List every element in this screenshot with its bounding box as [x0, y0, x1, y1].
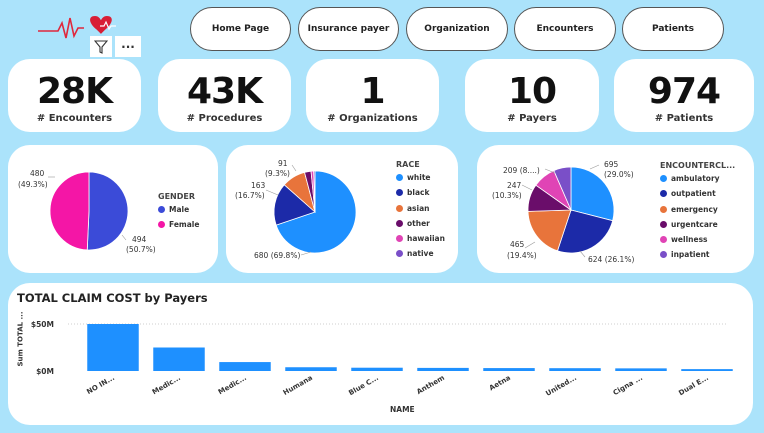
bar-9[interactable] — [681, 369, 733, 371]
gender-legend-title: GENDER — [158, 192, 195, 201]
y-tick-label: $50M — [31, 320, 54, 329]
x-tick-label: Cigna ... — [612, 374, 644, 397]
legend-item-male[interactable]: Male — [158, 205, 189, 214]
kpi-label: # Payers — [507, 113, 557, 124]
legend-item-urgentcare[interactable]: urgentcare — [660, 220, 718, 229]
bar-4[interactable] — [351, 367, 403, 371]
bar-7[interactable] — [549, 368, 601, 371]
x-tick-label: Humana — [282, 374, 314, 397]
kpi-label: # Encounters — [36, 113, 113, 124]
bar-3[interactable] — [285, 367, 337, 371]
kpi-encounters: 28K # Encounters — [8, 59, 141, 132]
legend-item-ambulatory[interactable]: ambulatory — [660, 174, 720, 183]
legend-item-asian[interactable]: asian — [396, 204, 430, 213]
filter-button[interactable] — [90, 36, 112, 57]
race-pie-card: 91 (9.3%) 163 (16.7%) 680 (69.8%) RACE w… — [226, 145, 458, 273]
kpi-label: # Procedures — [186, 113, 263, 124]
kpi-value: 43K — [187, 71, 263, 112]
wellness-label: 209 (8....) — [503, 166, 540, 175]
bar-8[interactable] — [615, 368, 667, 371]
kpi-value: 28K — [37, 71, 113, 112]
x-tick-label: Anthem — [415, 374, 446, 396]
race-legend-title: RACE — [396, 160, 420, 169]
filter-icon — [94, 39, 108, 54]
x-tick-label: Medic... — [217, 374, 248, 397]
black-pct-label: (16.7%) — [235, 191, 265, 200]
leader-line-black — [265, 189, 279, 196]
x-tick-label: Aetna — [488, 374, 512, 393]
bar-0[interactable] — [87, 324, 139, 371]
gender-slice-female[interactable] — [49, 171, 90, 251]
encounter-legend-title: ENCOUNTERCL... — [660, 161, 736, 170]
nav-encounters[interactable]: Encounters — [514, 7, 616, 51]
more-options-icon: ··· — [121, 39, 135, 54]
encounter-class-pie-card: 209 (8....) 247 (10.3%) 695 (29.0%) 465 … — [477, 145, 754, 273]
claim-cost-chart-card: TOTAL CLAIM COST by Payers Sum TOTAL ...… — [8, 283, 753, 425]
legend-item-other[interactable]: other — [396, 219, 430, 228]
leader-line-ambulatory — [589, 164, 600, 170]
kpi-value: 974 — [647, 71, 721, 112]
kpi-procedures: 43K # Procedures — [158, 59, 291, 132]
asian-value-label: 91 — [278, 159, 288, 168]
nav-patients[interactable]: Patients — [622, 7, 724, 51]
legend-item-native[interactable]: native — [396, 249, 434, 258]
ambulatory-pct-label: (29.0%) — [604, 170, 634, 179]
leader-line-emergency — [524, 241, 536, 249]
bar-5[interactable] — [417, 367, 469, 371]
female-value-label: 480 — [30, 169, 45, 178]
nav-insurance-payer[interactable]: Insurance payer — [298, 7, 399, 51]
asian-pct-label: (9.3%) — [265, 169, 290, 178]
male-pct-label: (50.7%) — [126, 245, 156, 254]
outpatient-label: 624 (26.1%) — [588, 255, 635, 264]
male-value-label: 494 — [132, 235, 147, 244]
ambulatory-value-label: 695 — [604, 160, 619, 169]
legend-item-outpatient[interactable]: outpatient — [660, 189, 716, 198]
female-pct-label: (49.3%) — [18, 180, 48, 189]
gender-pie-card: 480 (49.3%) 494 (50.7%) GENDER Male Fema… — [8, 145, 218, 273]
kpi-patients: 974 # Patients — [614, 59, 754, 132]
white-label: 680 (69.8%) — [254, 251, 301, 260]
kpi-value: 1 — [360, 71, 385, 112]
urgentcare-pct-label: (10.3%) — [492, 191, 522, 200]
nav-organization[interactable]: Organization — [406, 7, 508, 51]
x-tick-label: United... — [544, 374, 578, 398]
x-tick-label: Blue C... — [347, 374, 380, 397]
gender-slice-male[interactable] — [86, 171, 129, 251]
legend-item-hawaiian[interactable]: hawaiian — [396, 234, 445, 243]
legend-item-inpatient[interactable]: inpatient — [660, 250, 710, 259]
emergency-value-label: 465 — [510, 240, 525, 249]
bar-1[interactable] — [153, 347, 205, 372]
nav-home-page[interactable]: Home Page — [190, 7, 291, 51]
black-value-label: 163 — [251, 181, 266, 190]
legend-item-female[interactable]: Female — [158, 220, 199, 229]
leader-line-male — [121, 234, 127, 241]
more-options-button[interactable]: ··· — [115, 36, 141, 57]
kpi-label: # Organizations — [327, 113, 418, 124]
leader-line-urgentcare — [521, 184, 533, 191]
x-tick-label: NO IN... — [85, 374, 116, 396]
legend-item-emergency[interactable]: emergency — [660, 205, 718, 214]
bar-2[interactable] — [219, 362, 271, 371]
kpi-payers: 10 # Payers — [465, 59, 599, 132]
y-tick-label: $0M — [36, 367, 54, 376]
leader-line-asian — [291, 164, 297, 172]
kpi-value: 10 — [507, 71, 557, 112]
x-tick-label: Medic... — [151, 374, 182, 397]
legend-item-wellness[interactable]: wellness — [660, 235, 708, 244]
urgentcare-value-label: 247 — [507, 181, 522, 190]
x-tick-label: Dual E... — [677, 374, 710, 397]
kpi-label: # Patients — [654, 113, 714, 124]
kpi-organizations: 1 # Organizations — [306, 59, 439, 132]
legend-item-black[interactable]: black — [396, 188, 429, 197]
bar-6[interactable] — [483, 368, 535, 371]
legend-item-white[interactable]: white — [396, 173, 431, 182]
emergency-pct-label: (19.4%) — [507, 251, 537, 260]
claim-cost-bar-chart[interactable]: $50M $0M NO IN... Medic... Medic... Humana Blu… — [8, 283, 753, 425]
